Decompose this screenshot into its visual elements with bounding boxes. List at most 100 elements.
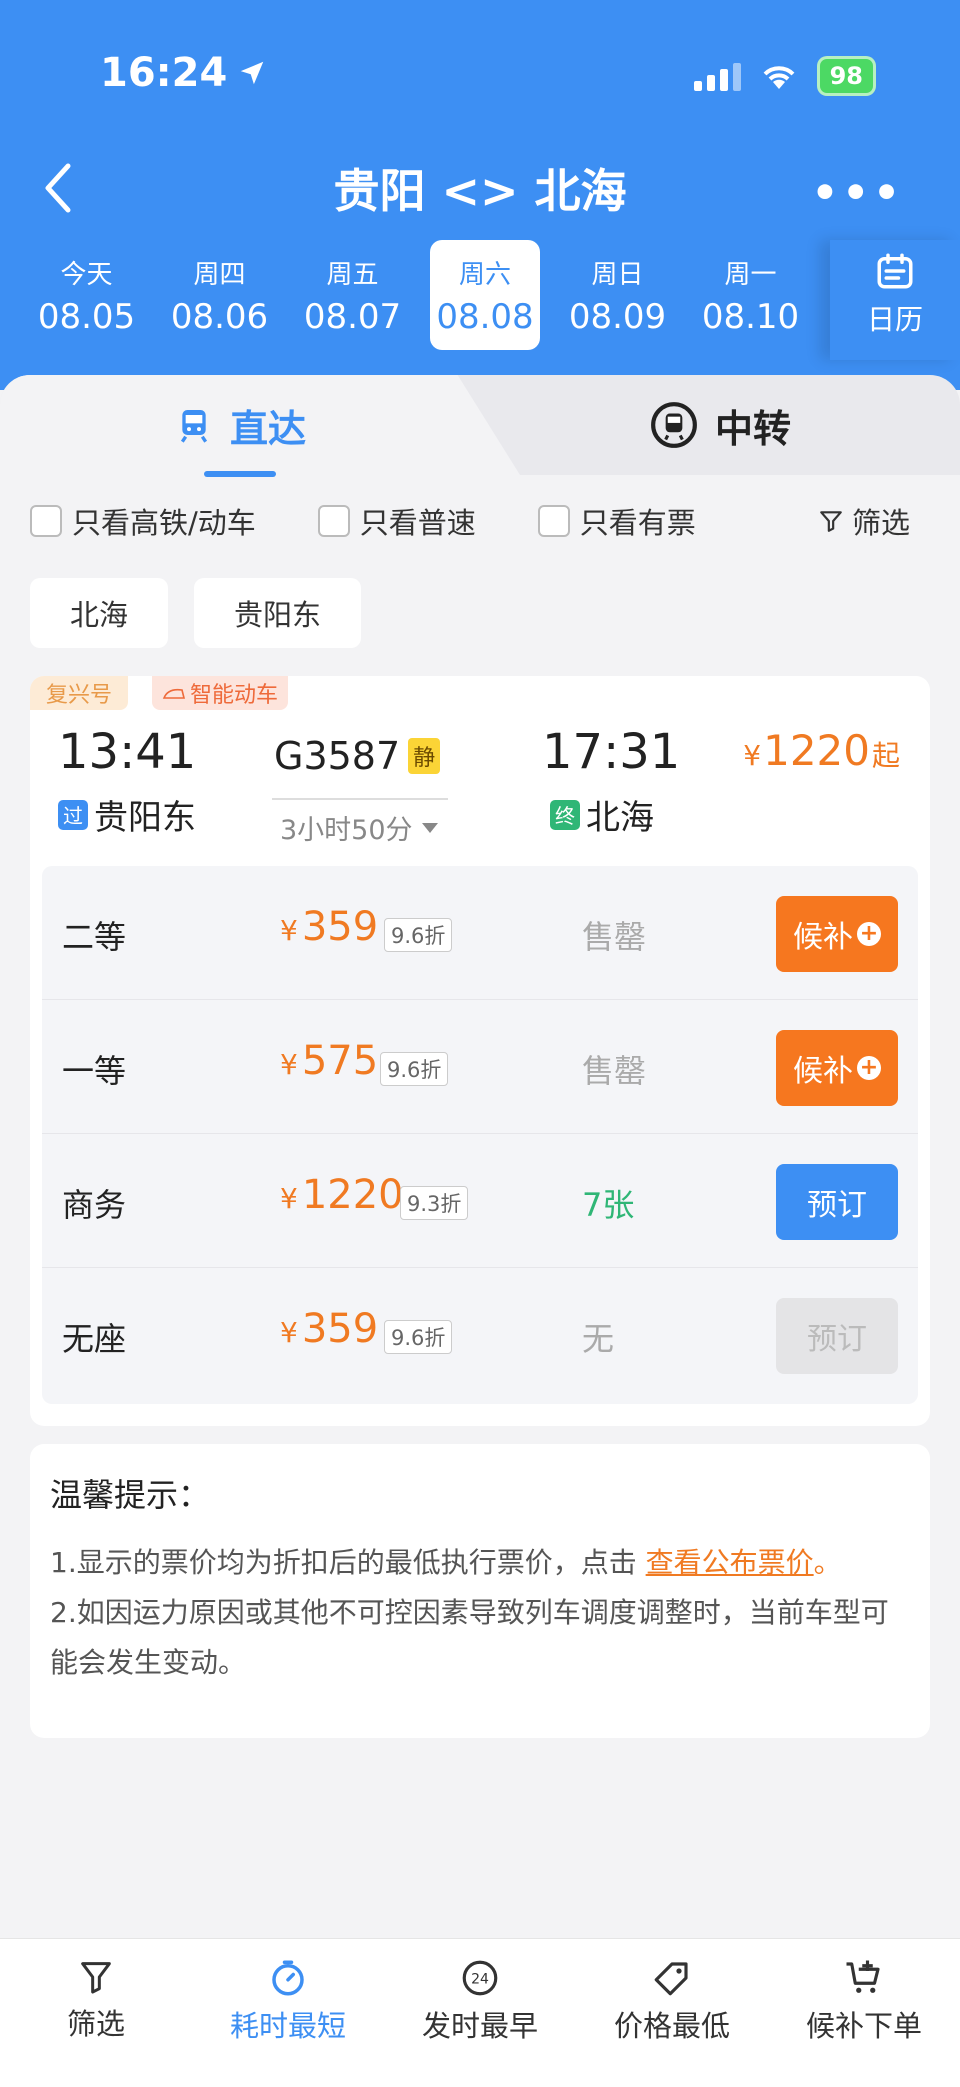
date-tab-fri[interactable]: 周五 08.07	[286, 240, 419, 350]
waitlist-button[interactable]: 候补 +	[776, 1030, 898, 1106]
waitlist-button[interactable]: 候补 +	[776, 896, 898, 972]
route-type-tabs: 直达 中转	[0, 375, 960, 477]
seat-price-value: 359	[301, 1306, 379, 1352]
book-button-disabled: 预订	[776, 1298, 898, 1374]
checkbox-high-speed[interactable]: 只看高铁/动车	[30, 500, 256, 542]
bottom-sort-bar: 筛选 耗时最短 24 发时最早 价格最低 候补下单	[0, 1938, 960, 2087]
sort-label: 价格最低	[613, 2009, 730, 2043]
price-from-suffix: 起	[871, 739, 900, 772]
date-value: 08.07	[303, 297, 402, 337]
currency-symbol: ¥	[280, 1316, 298, 1349]
seat-price-value: 359	[301, 904, 379, 950]
date-week-label: 周一	[724, 260, 777, 290]
checkbox-box[interactable]	[317, 505, 350, 537]
tab-direct[interactable]: 直达	[0, 375, 480, 475]
seat-row-second-class: 二等 ¥359 9.6折 售罄 候补 +	[42, 866, 918, 1000]
seat-row-first-class: 一等 ¥575 9.6折 售罄 候补 +	[42, 1000, 918, 1134]
status-bar-time: 16:24	[100, 50, 267, 96]
date-week-label: 今天	[60, 260, 113, 290]
sort-cheapest-button[interactable]: 价格最低	[576, 1939, 768, 2087]
sort-filter-button[interactable]: 筛选	[0, 1939, 192, 2087]
availability-text: 售罄	[582, 1052, 647, 1090]
date-tab-mon[interactable]: 周一 08.10	[684, 240, 817, 350]
discount-badge: 9.3折	[400, 1186, 469, 1220]
seat-class-name: 一等	[62, 1052, 127, 1090]
filter-label: 筛选	[851, 506, 910, 540]
caret-down-icon	[421, 822, 438, 833]
price-tag-icon	[654, 1962, 688, 1996]
button-label: 候补	[793, 1054, 853, 1089]
seat-price-value: 575	[301, 1038, 379, 1084]
seat-price: ¥359	[280, 904, 378, 950]
smart-emu-label: 智能动车	[190, 683, 279, 708]
quiet-car-badge: 静	[408, 738, 441, 774]
date-tab-sun[interactable]: 周日 08.09	[551, 240, 684, 350]
train-card[interactable]: 复兴号 智能动车 13:41 过 贵阳东 G3587 静 3小时50分 17:3…	[30, 676, 930, 1426]
arrival-station-name: 北海	[586, 798, 654, 838]
tips-title: 温馨提示：	[50, 1476, 211, 1514]
seat-class-list: 二等 ¥359 9.6折 售罄 候补 + 一等 ¥575 9.6折 售罄 候补 + …	[42, 866, 918, 1404]
wifi-icon	[763, 66, 794, 89]
location-arrow-icon	[241, 61, 264, 85]
stopwatch-icon	[272, 1960, 304, 1996]
tip-text: 1.显示的票价均为折扣后的最低执行票价，点击	[50, 1546, 646, 1579]
date-tab-thu[interactable]: 周四 08.06	[153, 240, 286, 350]
checkbox-label: 只看高铁/动车	[72, 506, 256, 540]
seat-price: ¥1220	[280, 1172, 404, 1218]
trip-duration[interactable]: 3小时50分	[272, 798, 448, 847]
date-tab-today[interactable]: 今天 08.05	[20, 240, 153, 350]
availability-text: 7张	[582, 1186, 635, 1224]
checkbox-available-only[interactable]: 只看有票	[537, 500, 696, 542]
seat-price: ¥575	[280, 1038, 378, 1084]
currency-symbol: ¥	[743, 739, 762, 772]
smart-emu-tag: 智能动车	[152, 676, 289, 710]
date-value: 08.10	[701, 297, 800, 337]
checkbox-normal-speed[interactable]: 只看普速	[317, 500, 476, 542]
plus-circle-icon: +	[857, 1056, 881, 1080]
duration-text: 3小时50分	[280, 815, 413, 846]
tip-line-1: 1.显示的票价均为折扣后的最低执行票价，点击 查看公布票价。	[50, 1538, 910, 1588]
view-published-fares-link[interactable]: 查看公布票价	[646, 1546, 814, 1579]
filter-bar: 只看高铁/动车 只看普速 只看有票 筛选	[30, 500, 930, 542]
transfer-train-icon	[651, 402, 697, 448]
checkbox-box[interactable]	[537, 505, 570, 537]
currency-symbol: ¥	[280, 1182, 298, 1215]
seat-price-value: 1220	[301, 1172, 404, 1218]
train-number[interactable]: G3587 静	[274, 734, 441, 778]
date-value: 08.05	[37, 297, 136, 337]
filter-button[interactable]: 筛选	[818, 500, 910, 542]
book-button[interactable]: 预订	[776, 1164, 898, 1240]
button-label: 预订	[807, 1188, 867, 1223]
sort-shortest-button[interactable]: 耗时最短	[192, 1939, 384, 2087]
seat-row-business-class: 商务 ¥1220 9.3折 7张 预订	[42, 1134, 918, 1268]
button-label: 预订	[807, 1322, 867, 1357]
tab-transfer[interactable]: 中转	[480, 375, 960, 475]
plus-circle-icon: +	[857, 922, 881, 946]
pass-badge: 过	[58, 799, 88, 830]
station-chip-guiyangdong[interactable]: 贵阳东	[194, 578, 362, 648]
discount-badge: 9.6折	[380, 1052, 449, 1086]
date-selector: 今天 08.05 周四 08.06 周五 08.07 周六 08.08 周日 08.09 …	[20, 240, 840, 350]
arrival-time: 17:31	[542, 724, 681, 780]
calendar-button[interactable]: 日历	[830, 240, 960, 360]
train-outline-icon	[162, 688, 186, 699]
date-week-label: 周六	[458, 260, 511, 290]
header: 16:24 98 贵阳 <> 北海 ••• 今天 08.05 周四 08.06 周五…	[0, 0, 960, 390]
fuxing-tag: 复兴号	[30, 676, 129, 710]
station-chips: 北海 贵阳东	[30, 578, 362, 648]
date-value: 08.09	[568, 297, 667, 337]
waitlist-order-button[interactable]: 候补下单	[768, 1939, 960, 2087]
signal-icon	[693, 61, 741, 91]
station-chip-beihai[interactable]: 北海	[30, 578, 169, 648]
arrival-station: 终 北海	[550, 790, 654, 839]
departure-station-name: 贵阳东	[94, 798, 196, 838]
more-options-icon[interactable]: •••	[811, 168, 904, 217]
date-tab-sat-selected[interactable]: 周六 08.08	[430, 240, 540, 350]
seat-class-name: 无座	[62, 1320, 127, 1358]
sort-label: 候补下单	[805, 2009, 922, 2043]
seat-price: ¥359	[280, 1306, 378, 1352]
status-bar-icons: 98	[693, 56, 876, 96]
sort-earliest-button[interactable]: 24 发时最早	[384, 1939, 576, 2087]
checkbox-box[interactable]	[30, 505, 62, 537]
tip-line-2: 2.如因运力原因或其他不可控因素导致列车调度调整时，当前车型可能会发生变动。	[50, 1596, 889, 1679]
